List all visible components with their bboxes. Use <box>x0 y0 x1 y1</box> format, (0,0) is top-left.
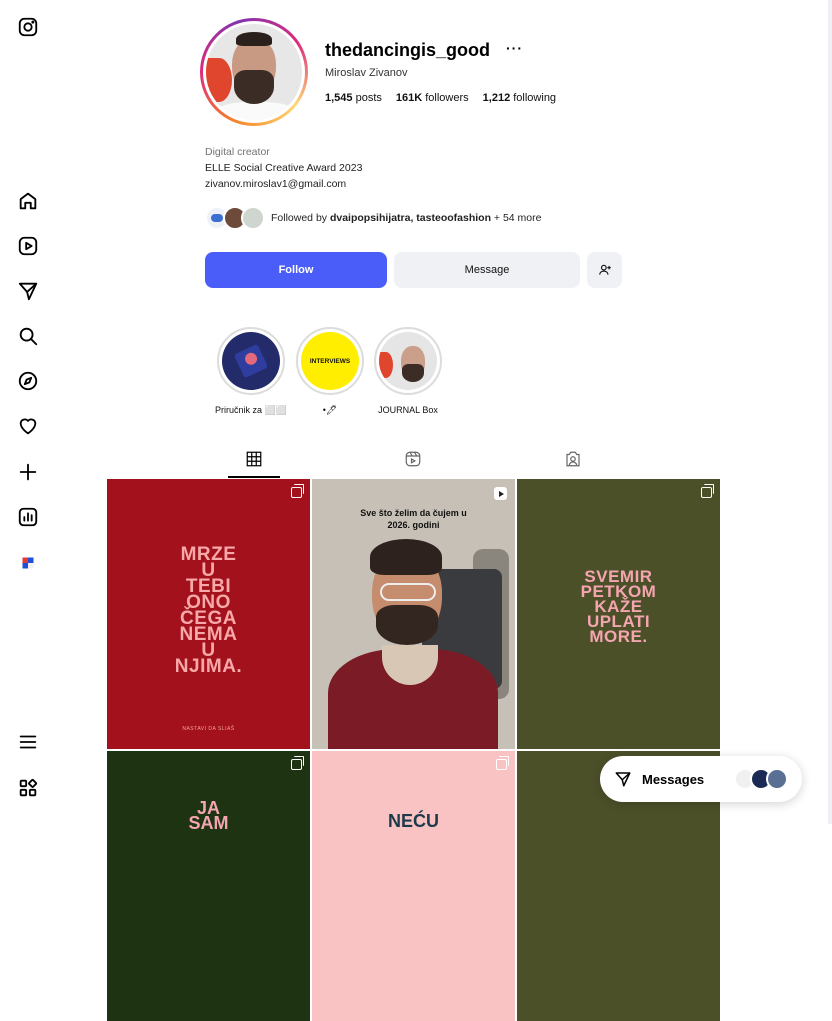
posts-count: 1,545 <box>325 92 353 104</box>
post-tile[interactable]: NEĆU <box>312 751 515 1021</box>
post-text: MRZE U TEBI ONO ČEGA NEMA U NJIMA. <box>174 544 243 677</box>
carousel-icon <box>291 484 304 498</box>
posts-label: posts <box>355 92 382 104</box>
carousel-icon <box>291 756 304 770</box>
messages-button[interactable]: Messages <box>600 756 802 802</box>
reels-icon[interactable] <box>16 234 40 258</box>
followed-by-prefix: Followed by <box>271 212 330 224</box>
menu-icon[interactable] <box>16 730 40 754</box>
suggest-users-button[interactable] <box>587 252 622 288</box>
post-text: NEĆU <box>387 811 439 831</box>
create-icon[interactable] <box>16 460 40 484</box>
following-count: 1,212 <box>482 92 511 104</box>
send-icon <box>615 772 631 787</box>
post-tile[interactable]: JA SAM <box>107 751 310 1021</box>
highlight-item[interactable]: INTERVIEWS •🖊 <box>296 327 364 416</box>
followed-by-names[interactable]: dvaipopsihijatra, tasteoofashion <box>330 212 491 224</box>
post-tile[interactable]: MRZE U TEBI ONO ČEGA NEMA U NJIMA. NASTA… <box>107 479 310 749</box>
carousel-icon <box>496 756 509 770</box>
profile-header: thedancingis_good ··· Miroslav Zivanov 1… <box>200 16 640 128</box>
reels-icon <box>405 451 421 467</box>
post-text: JA SAM <box>188 798 229 833</box>
post-small-text: NASTAVI DA SLIAŠ <box>182 726 235 732</box>
send-icon[interactable] <box>16 279 40 303</box>
followed-by-suffix: + 54 more <box>490 212 542 224</box>
follow-button[interactable]: Follow <box>205 252 387 288</box>
followed-by-text: Followed by dvaipopsihijatra, tasteoofas… <box>271 212 541 224</box>
highlight-cover <box>222 332 280 390</box>
avatar <box>766 768 788 790</box>
tagged-icon <box>566 451 580 467</box>
post-text: SVEMIR PETKOM KAŽE UPLATI MORE. <box>580 567 657 646</box>
tab-tagged[interactable] <box>547 446 599 478</box>
message-avatars <box>734 768 788 790</box>
followers-count: 161K <box>395 92 423 104</box>
person-add-icon <box>598 264 611 275</box>
post-tile[interactable]: SVEMIR PETKOM KAŽE UPLATI MORE. <box>517 479 720 749</box>
carousel-icon <box>701 484 714 498</box>
highlight-label: JOURNAL Box <box>378 405 438 415</box>
following-stat[interactable]: 1,212 following <box>483 92 556 104</box>
search-icon[interactable] <box>16 324 40 348</box>
bio-line: ELLE Social Creative Award 2023 <box>205 162 363 174</box>
tab-posts[interactable] <box>228 446 280 478</box>
sidebar-nav <box>0 0 56 824</box>
post-tile[interactable]: Sve što želim da čujem u 2026. godini <box>312 479 515 749</box>
highlight-item[interactable]: Priručnik za ⬜⬜ <box>215 327 287 416</box>
profile-avatar[interactable] <box>200 18 308 126</box>
instagram-icon[interactable] <box>16 15 40 39</box>
apps-icon[interactable] <box>16 776 40 800</box>
profile-username: thedancingis_good <box>325 40 491 60</box>
profile-bio: Digital creator ELLE Social Creative Awa… <box>205 144 362 192</box>
highlight-cover <box>379 332 437 390</box>
more-options-icon[interactable]: ··· <box>506 40 523 56</box>
messages-label: Messages <box>642 771 705 787</box>
home-icon[interactable] <box>16 189 40 213</box>
following-label: following <box>513 92 557 104</box>
tab-reels[interactable] <box>387 446 439 478</box>
followed-by[interactable]: Followed by dvaipopsihijatra, tasteoofas… <box>205 204 541 232</box>
posts-stat: 1,545 posts <box>325 92 382 104</box>
highlight-cover: INTERVIEWS <box>301 332 359 390</box>
followers-stat[interactable]: 161K followers <box>396 92 469 104</box>
profile-tabs <box>107 446 720 478</box>
post-caption: Sve što želim da čujem u 2026. godini <box>360 508 467 530</box>
follower-avatar <box>241 206 265 230</box>
followers-label: followers <box>425 92 469 104</box>
dashboard-icon[interactable] <box>16 505 40 529</box>
explore-icon[interactable] <box>16 369 40 393</box>
grid-icon <box>246 451 262 467</box>
heart-icon[interactable] <box>16 414 40 438</box>
reel-icon <box>494 487 507 500</box>
scrollbar-track[interactable] <box>828 0 832 824</box>
profile-icon[interactable] <box>16 551 40 575</box>
message-button[interactable]: Message <box>394 252 580 288</box>
profile-full-name: Miroslav Zivanov <box>325 67 408 79</box>
bio-category: Digital creator <box>205 146 270 158</box>
profile-stats: 1,545 posts 161K followers 1,212 followi… <box>325 92 556 104</box>
highlight-item[interactable]: JOURNAL Box <box>374 327 442 415</box>
bio-email: zivanov.miroslav1@gmail.com <box>205 178 347 190</box>
